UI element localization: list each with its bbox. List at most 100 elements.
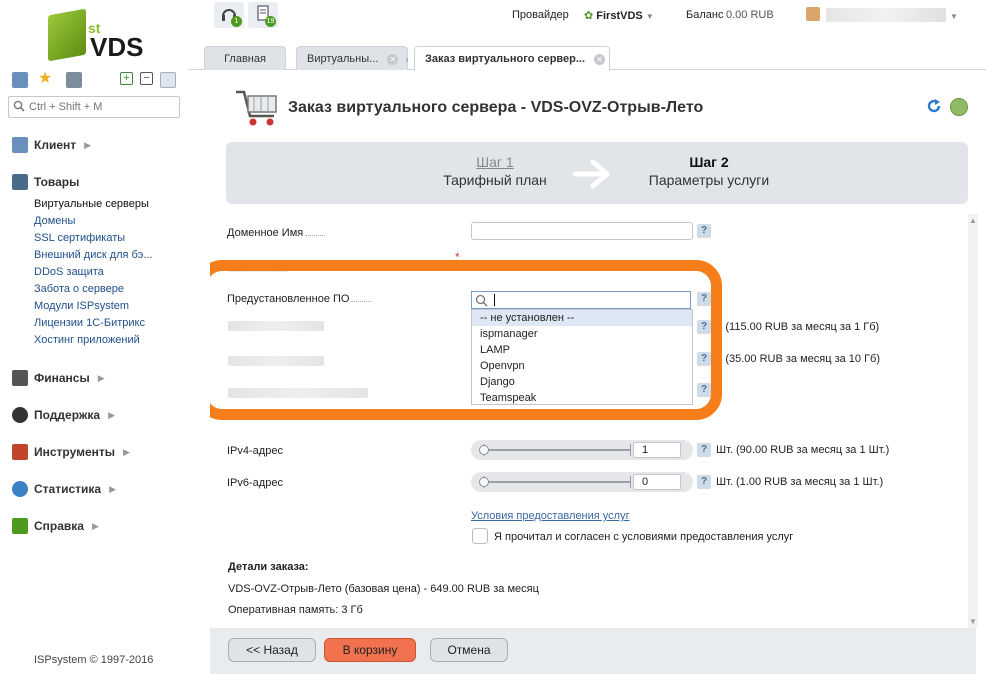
sidebar: st VDS ★ + − Клиент ▶ Товары: [0, 0, 188, 674]
preinstalled-label: Предустановленное ПО: [227, 293, 372, 305]
agree-checkbox[interactable]: [472, 528, 488, 544]
dropdown-option[interactable]: -- не установлен --: [472, 310, 692, 326]
submenu-app-hosting[interactable]: Хостинг приложений: [34, 334, 153, 351]
ipv6-label: IPv6-адрес: [227, 477, 283, 489]
search-input[interactable]: [29, 99, 177, 115]
sidebar-item-label: Инструменты: [34, 445, 116, 459]
ipv4-quantity-input[interactable]: 1: [633, 442, 681, 458]
chevron-right-icon: ▶: [97, 372, 105, 383]
form-scrollbar[interactable]: ▲ ▼: [968, 214, 978, 628]
collapse-all-icon[interactable]: −: [140, 72, 153, 85]
chevron-right-icon: ▶: [109, 483, 116, 494]
slider-handle[interactable]: [479, 445, 489, 455]
cancel-button[interactable]: Отмена: [430, 638, 508, 662]
preinstalled-label-text: Предустановленное ПО: [227, 293, 350, 305]
agree-text: Я прочитал и согласен с условиями предос…: [494, 531, 794, 543]
cart-icon: [12, 174, 28, 190]
disk-price: б (35.00 RUB за месяц за 10 Гб): [716, 353, 881, 365]
preinstalled-search-input[interactable]: [471, 291, 691, 309]
disk-help-icon[interactable]: ?: [697, 352, 711, 366]
scroll-down-icon[interactable]: ▼: [969, 617, 977, 626]
tab-home[interactable]: Главная: [204, 46, 286, 70]
provider-selector[interactable]: ✿ FirstVDS ▼: [584, 9, 654, 22]
clipboard-icon[interactable]: [66, 72, 82, 88]
ipv6-price: Шт. (1.00 RUB за месяц за 1 Шт.): [716, 476, 884, 488]
chevron-right-icon: ▶: [91, 520, 99, 531]
submenu-virtual-servers[interactable]: Виртуальные серверы: [34, 198, 153, 215]
submenu-backup-disk[interactable]: Внешний диск для бэ...: [34, 249, 153, 266]
ipv4-slider[interactable]: 1: [471, 440, 693, 460]
ram-help-icon[interactable]: ?: [697, 320, 711, 334]
add-to-cart-button[interactable]: В корзину: [324, 638, 416, 662]
submenu-server-care[interactable]: Забота о сервере: [34, 283, 153, 300]
help-book-icon: [12, 518, 28, 534]
leaf-icon: ✿: [584, 10, 594, 22]
option-help-icon[interactable]: ?: [697, 383, 711, 397]
slider-tick: [630, 476, 631, 488]
ram-label-blurred: [228, 321, 324, 331]
submenu-bitrix-licenses[interactable]: Лицензии 1С-Битрикс: [34, 317, 153, 334]
tab-virtual-servers[interactable]: Виртуальны... ✕ ›: [296, 46, 408, 70]
logo-text: VDS: [90, 32, 144, 62]
submenu-ddos[interactable]: DDoS защита: [34, 266, 153, 283]
favorites-star-icon[interactable]: ★: [38, 71, 54, 88]
topbar: 1 19 Провайдер ✿ FirstVDS ▼ Баланс 0.00 …: [188, 0, 986, 34]
back-button[interactable]: << Назад: [228, 638, 316, 662]
domain-help-icon[interactable]: ?: [697, 224, 711, 238]
dropdown-option[interactable]: Django: [472, 374, 692, 390]
submenu-ssl[interactable]: SSL сертификаты: [34, 232, 153, 249]
tab-bar: Главная Виртуальны... ✕ › Заказ виртуаль…: [188, 40, 986, 71]
ipv6-help-icon[interactable]: ?: [697, 475, 711, 489]
ipv4-label: IPv4-адрес: [227, 445, 283, 457]
scroll-up-icon[interactable]: ▲: [969, 216, 977, 225]
sidebar-item-label: Финансы: [34, 371, 90, 385]
sidebar-item-client[interactable]: Клиент ▶: [12, 137, 91, 153]
disk-label-blurred: [228, 356, 324, 366]
preinstalled-help-icon[interactable]: ?: [697, 292, 711, 306]
ipv6-slider[interactable]: 0: [471, 472, 693, 492]
expand-all-icon[interactable]: +: [120, 72, 133, 85]
chevron-down-icon[interactable]: ▼: [950, 12, 958, 21]
preinstalled-dropdown-list[interactable]: -- не установлен -- ispmanager LAMP Open…: [471, 309, 693, 405]
slider-handle[interactable]: [479, 477, 489, 487]
notification-badge: 19: [265, 16, 276, 27]
chevron-right-icon: ▶: [123, 446, 130, 457]
form-footer: << Назад В корзину Отмена: [210, 628, 976, 674]
close-tab-icon[interactable]: ✕: [387, 53, 399, 65]
headset-icon: [12, 407, 28, 423]
notifications-support-button[interactable]: 1: [214, 2, 244, 28]
main-panel: Заказ виртуального сервера - VDS-OVZ-Отр…: [210, 80, 978, 674]
tab-order-server[interactable]: Заказ виртуального сервер... ✕: [414, 46, 610, 71]
ipv4-help-icon[interactable]: ?: [697, 443, 711, 457]
dropdown-option[interactable]: ispmanager: [472, 326, 692, 342]
sidebar-item-finance[interactable]: Финансы ▶: [12, 370, 105, 386]
sidebar-item-help[interactable]: Справка ▶: [12, 518, 99, 534]
domain-input[interactable]: [471, 222, 693, 240]
menu-tree-icon[interactable]: [12, 72, 28, 88]
user-name-redacted[interactable]: [826, 8, 946, 22]
user-avatar-icon[interactable]: [806, 7, 820, 21]
terms-link[interactable]: Условия предоставления услуг: [471, 510, 630, 522]
sidebar-item-statistics[interactable]: Статистика ▶: [12, 481, 116, 497]
tab-label: Главная: [224, 53, 266, 65]
notifications-docs-button[interactable]: 19: [248, 2, 278, 28]
close-tab-icon[interactable]: ✕: [594, 53, 606, 65]
submenu-domains[interactable]: Домены: [34, 215, 153, 232]
app-root: st VDS ★ + − Клиент ▶ Товары: [0, 0, 986, 674]
chevron-right-icon: ▶: [108, 409, 115, 420]
submenu-ispsystem-modules[interactable]: Модули ISPsystem: [34, 300, 153, 317]
pin-icon[interactable]: [160, 72, 176, 88]
sidebar-item-label: Статистика: [34, 482, 102, 496]
chevron-right-icon: ›: [405, 54, 409, 64]
sidebar-search[interactable]: [8, 96, 180, 118]
order-details-title: Детали заказа:: [228, 561, 309, 573]
ipv6-quantity-input[interactable]: 0: [633, 474, 681, 490]
search-icon: [475, 294, 488, 307]
sidebar-item-tools[interactable]: Инструменты ▶: [12, 444, 130, 460]
dropdown-option[interactable]: Teamspeak: [472, 390, 692, 406]
sidebar-item-support[interactable]: Поддержка ▶: [12, 407, 115, 423]
sidebar-item-label: Клиент: [34, 138, 77, 152]
dropdown-option[interactable]: Openvpn: [472, 358, 692, 374]
dropdown-option[interactable]: LAMP: [472, 342, 692, 358]
sidebar-item-products[interactable]: Товары: [12, 174, 79, 190]
